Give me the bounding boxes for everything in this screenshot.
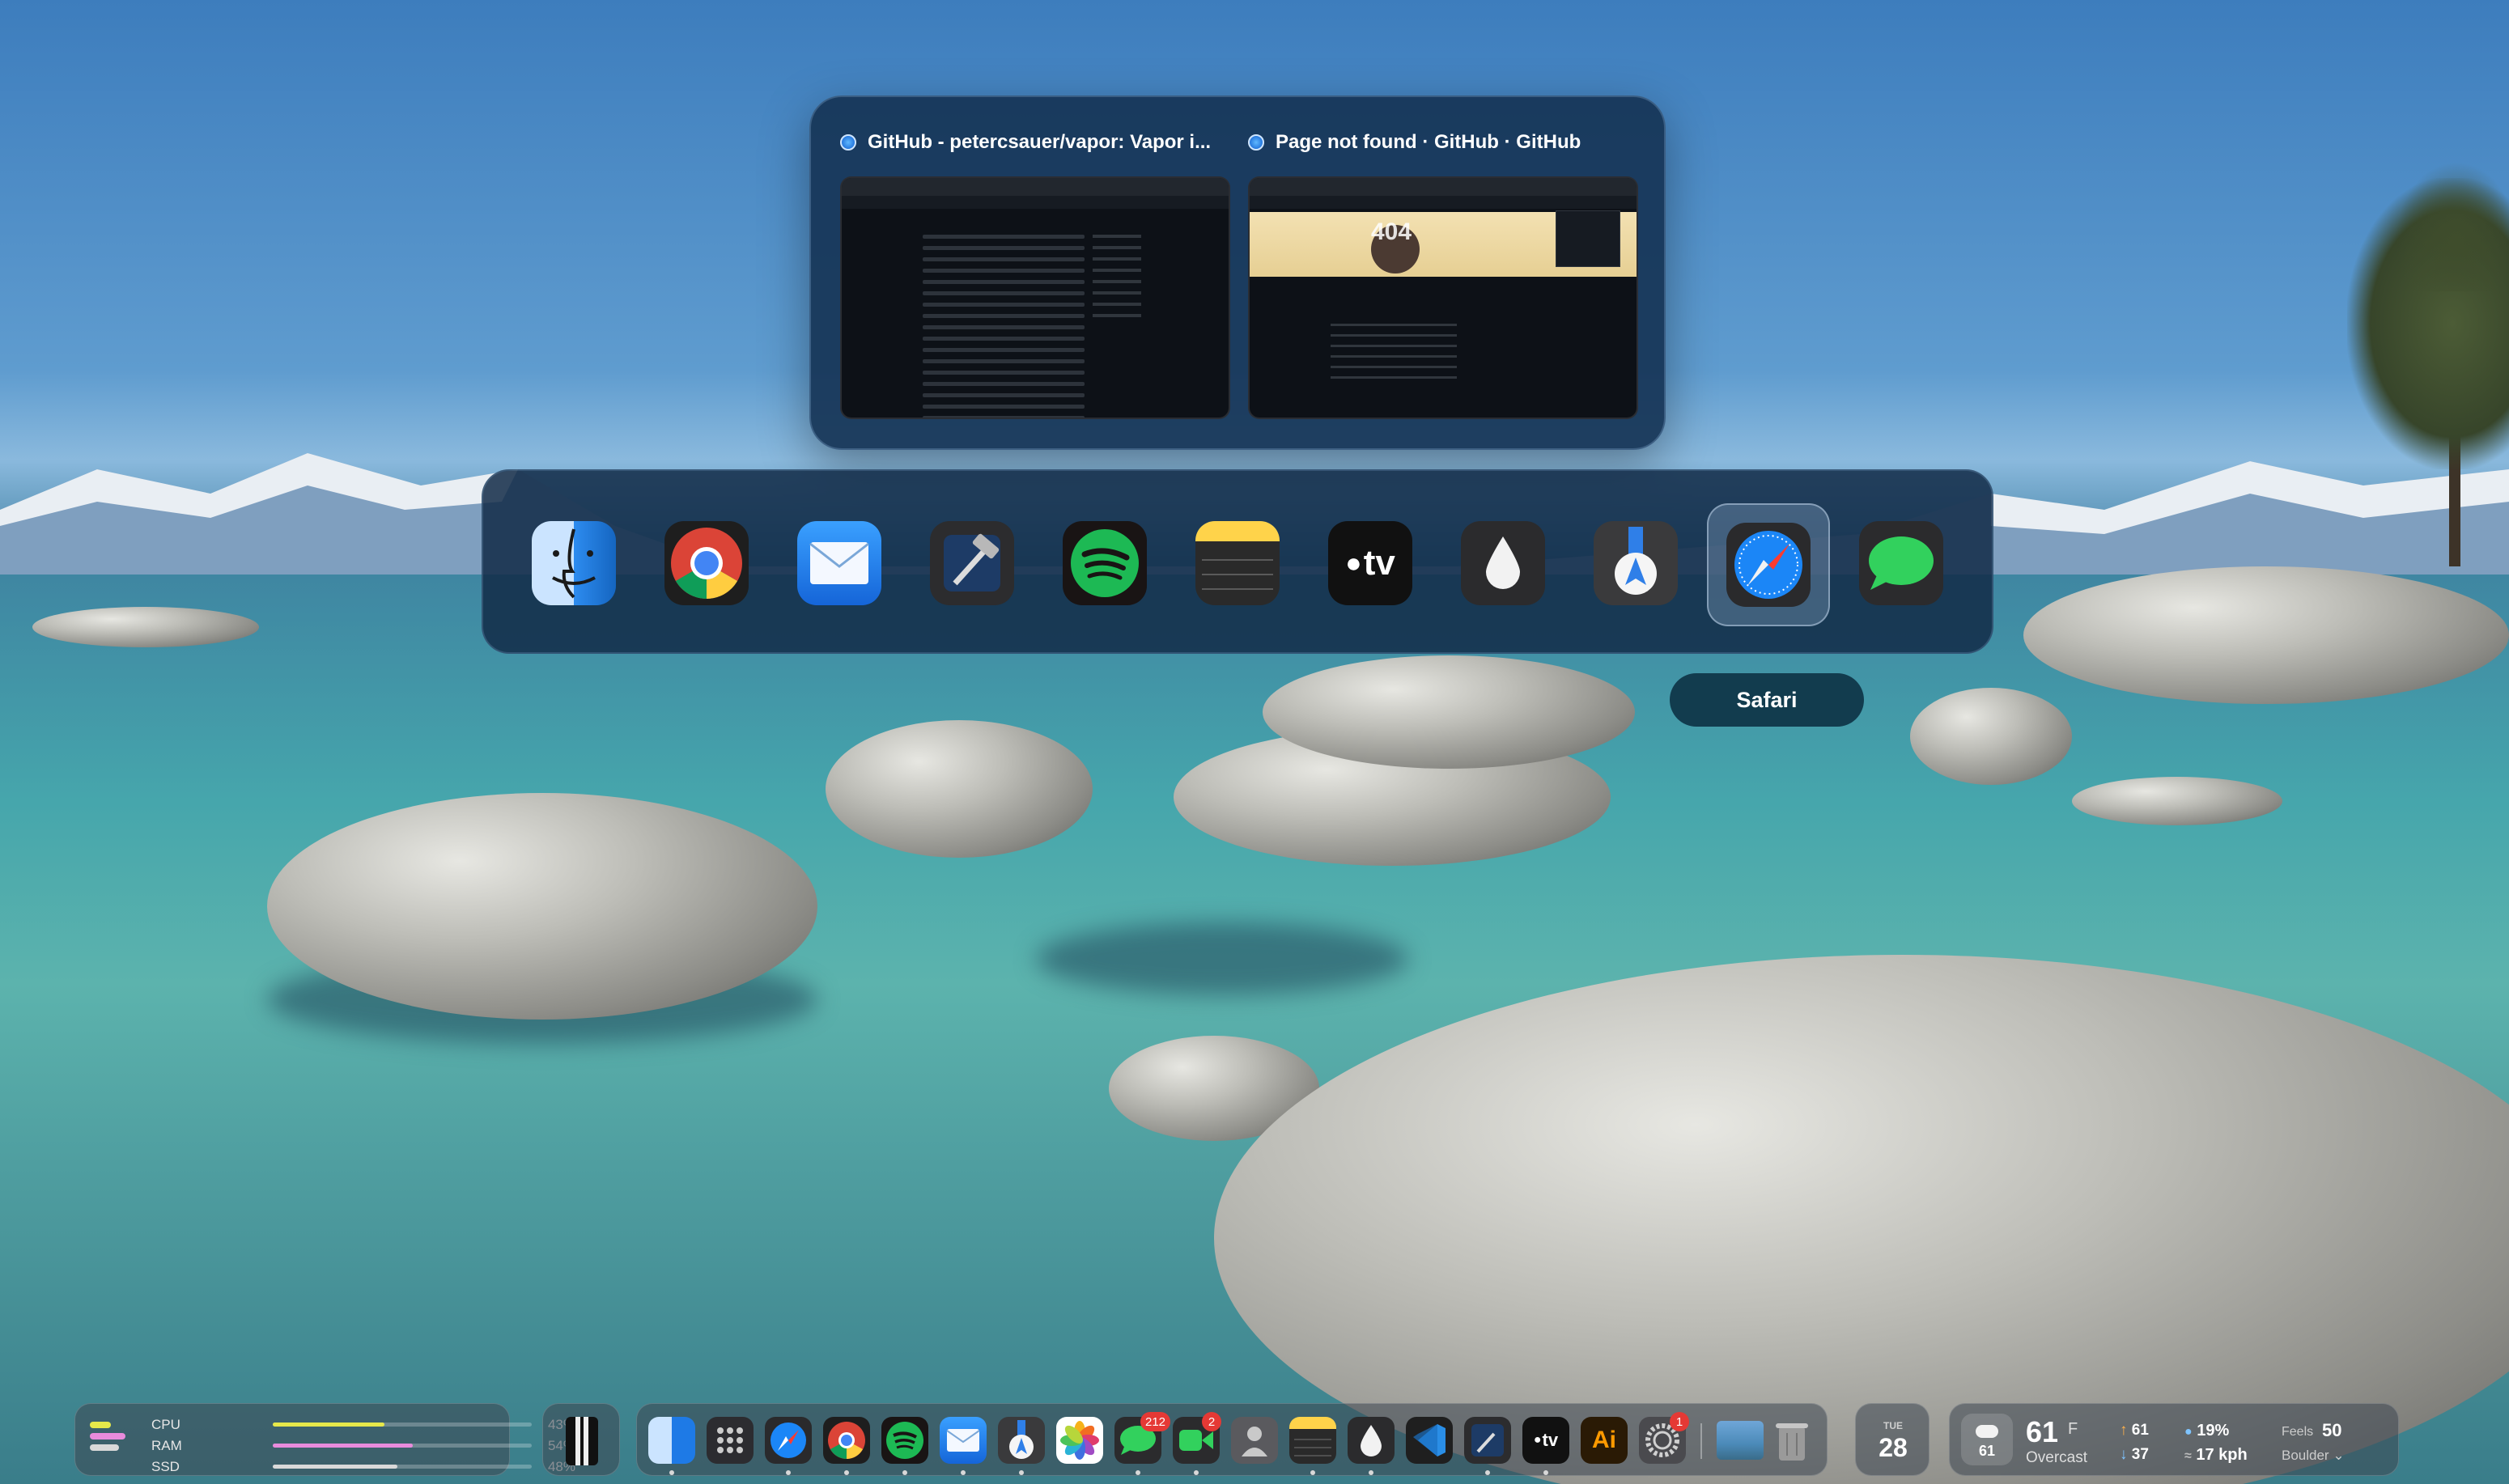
apple-tv-icon[interactable]: ● tv: [1328, 521, 1412, 605]
dock: 212 2 ● tv Ai 1: [636, 1403, 1828, 1476]
tuxedo-icon: [566, 1417, 598, 1465]
messages-badge: 212: [1140, 1412, 1171, 1431]
calendar-date: 28: [1879, 1433, 1908, 1462]
ram-bar: [273, 1444, 532, 1448]
window-preview-title: GitHub - petercsauer/vapor: Vapor i...: [840, 121, 1230, 163]
notes-icon[interactable]: [1289, 1417, 1336, 1464]
spotify-icon[interactable]: [881, 1417, 928, 1464]
illustrator-icon[interactable]: Ai: [1581, 1417, 1628, 1464]
window-preview[interactable]: GitHub - petercsauer/vapor: Vapor i...: [840, 121, 1230, 419]
launchpad-icon[interactable]: [707, 1417, 754, 1464]
cpu-bar: [273, 1423, 532, 1427]
window-thumbnail[interactable]: 404: [1248, 176, 1638, 419]
weather-unit: F: [2068, 1420, 2078, 1438]
trash-icon[interactable]: [1768, 1417, 1815, 1464]
finder-icon[interactable]: [648, 1417, 695, 1464]
rock: [1263, 655, 1635, 769]
dock-divider: [1700, 1423, 1702, 1459]
ssd-bar: [273, 1465, 532, 1469]
system-stats-widget[interactable]: CPU 43% RAM 54% SSD 48%: [74, 1403, 575, 1477]
desktop-thumbnail-icon[interactable]: [1717, 1421, 1764, 1460]
messages-icon[interactable]: [1859, 521, 1943, 605]
finder-icon[interactable]: [532, 521, 616, 605]
window-thumbnail[interactable]: [840, 176, 1230, 419]
weather-humidity: ● 19%: [2184, 1422, 2230, 1439]
calendar-widget[interactable]: TUE 28: [1855, 1403, 1930, 1476]
contacts-icon[interactable]: [1231, 1417, 1278, 1464]
app-tooltip: Safari: [1670, 673, 1864, 727]
photos-icon[interactable]: [1056, 1417, 1103, 1464]
rock: [2023, 566, 2509, 704]
rock: [826, 720, 1093, 858]
safari-icon[interactable]: [765, 1417, 812, 1464]
safari-icon[interactable]: [1707, 503, 1830, 626]
window-preview-title: Page not found · GitHub · GitHub: [1248, 121, 1638, 163]
mail-icon[interactable]: [940, 1417, 987, 1464]
weather-temp: 61: [2026, 1415, 2059, 1448]
safari-icon: [1248, 134, 1264, 151]
weather-low: ↓ 37: [2120, 1446, 2149, 1463]
xcode-icon[interactable]: [1464, 1417, 1511, 1464]
chrome-icon[interactable]: [664, 521, 749, 605]
window-preview[interactable]: Page not found · GitHub · GitHub 404: [1248, 121, 1638, 419]
app-switcher: ● tv: [482, 469, 1993, 654]
xcode-icon[interactable]: [930, 521, 1014, 605]
rock: [1910, 688, 2072, 785]
rock: [32, 607, 259, 647]
instruments-icon[interactable]: [1594, 521, 1678, 605]
stat-row-cpu: CPU 43%: [151, 1415, 575, 1435]
apple-tv-icon[interactable]: ● tv: [1522, 1417, 1569, 1464]
weather-wind: ≈ 17 kph: [2184, 1446, 2248, 1464]
notes-icon[interactable]: [1195, 521, 1280, 605]
rock: [267, 793, 817, 1020]
stat-row-ram: RAM 54%: [151, 1436, 575, 1456]
vscode-icon[interactable]: [1406, 1417, 1453, 1464]
spotify-icon[interactable]: [1063, 521, 1147, 605]
weather-condition: Overcast: [2026, 1449, 2088, 1466]
weather-widget[interactable]: 61 61 F Overcast ↑ 61 ↓ 37 ● 19% ≈ 17 kp…: [1949, 1403, 2399, 1476]
chrome-icon[interactable]: [823, 1417, 870, 1464]
stats-icon: [90, 1422, 130, 1461]
mail-icon[interactable]: [797, 521, 881, 605]
dock-bar: CPU 43% RAM 54% SSD 48%: [0, 1397, 2509, 1484]
calendar-day: TUE: [1883, 1420, 1903, 1431]
settings-badge: 1: [1670, 1412, 1689, 1431]
weather-high: ↑ 61: [2120, 1422, 2149, 1439]
cloud-icon: 61: [1961, 1414, 2013, 1465]
window-preview-panel: GitHub - petercsauer/vapor: Vapor i... P…: [809, 95, 1666, 450]
drop-icon[interactable]: [1461, 521, 1545, 605]
menu-widget[interactable]: [542, 1403, 620, 1476]
weather-feels-label: Feels: [2282, 1425, 2314, 1439]
safari-icon: [840, 134, 856, 151]
instruments-icon[interactable]: [998, 1417, 1045, 1464]
stat-row-ssd: SSD 48%: [151, 1457, 575, 1477]
facetime-badge: 2: [1202, 1412, 1221, 1431]
weather-feels-value: 50: [2322, 1420, 2342, 1440]
rock: [2072, 777, 2282, 825]
weather-location[interactable]: Boulder ⌄: [2282, 1448, 2345, 1464]
drop-icon[interactable]: [1348, 1417, 1395, 1464]
